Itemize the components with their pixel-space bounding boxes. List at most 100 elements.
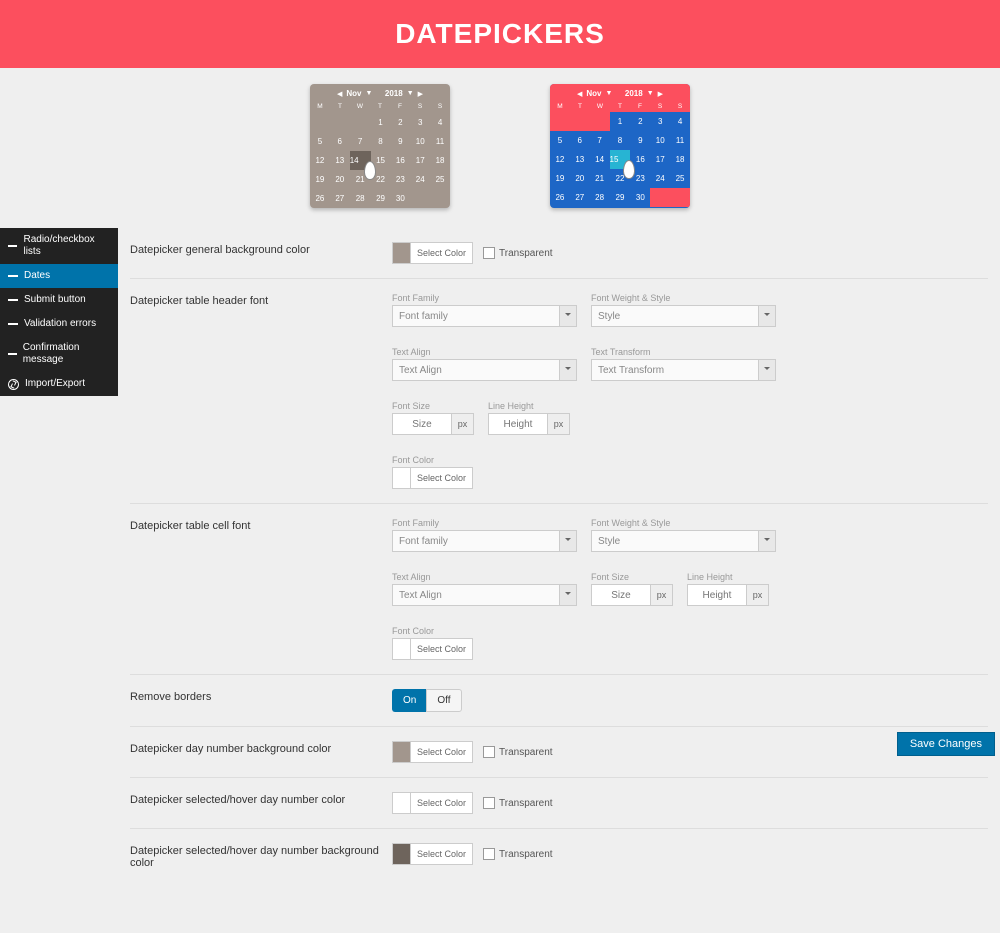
sidebar-item-label: Import/Export xyxy=(25,378,85,390)
color-swatch xyxy=(393,468,411,488)
line-height-input[interactable] xyxy=(687,584,747,606)
font-family-select[interactable]: Font family xyxy=(392,530,577,552)
toggle-icon xyxy=(8,245,17,247)
color-swatch xyxy=(393,639,411,659)
text-align-select[interactable]: Text Align xyxy=(392,359,577,381)
sidebar-item-label: Dates xyxy=(24,270,50,282)
sidebar-item-dates[interactable]: Dates xyxy=(0,264,118,288)
sidebar-item-validation-errors[interactable]: Validation errors xyxy=(0,312,118,336)
color-picker-button[interactable]: Select Color xyxy=(392,792,473,814)
transparent-label: Transparent xyxy=(499,747,553,758)
checkbox-icon xyxy=(483,797,495,809)
calendar-preview-row: ◀ Nov ▼ 2018 ▼ ▶MTWTFSS12345678910111213… xyxy=(0,68,1000,228)
select-color-label: Select Color xyxy=(411,844,472,864)
control-label: Font Size xyxy=(392,401,474,411)
select-color-label: Select Color xyxy=(411,243,472,263)
font-size-input[interactable] xyxy=(591,584,651,606)
select-color-label: Select Color xyxy=(411,742,472,762)
row-label: Datepicker table cell font xyxy=(130,518,380,532)
row-cell-font: Datepicker table cell font Font Family Fo… xyxy=(130,503,988,674)
checkbox-icon xyxy=(483,247,495,259)
control-label: Line Height xyxy=(488,401,570,411)
color-picker-button[interactable]: Select Color xyxy=(392,242,473,264)
checkbox-icon xyxy=(483,746,495,758)
sidebar-item-label: Validation errors xyxy=(24,318,96,330)
settings-content: Datepicker general background color Sele… xyxy=(118,228,1000,933)
toggle-icon xyxy=(8,299,18,301)
sidebar-item-import-export[interactable]: Import/Export xyxy=(0,372,118,396)
select-color-label: Select Color xyxy=(411,793,472,813)
transparent-checkbox-wrap[interactable]: Transparent xyxy=(483,247,553,259)
toggle-icon xyxy=(8,353,17,355)
sidebar-item-radio-checkbox[interactable]: Radio/checkbox lists xyxy=(0,228,118,264)
remove-borders-toggle[interactable]: On Off xyxy=(392,689,462,712)
page-title: DATEPICKERS xyxy=(0,18,1000,50)
row-label: Datepicker day number background color xyxy=(130,741,380,755)
font-size-input[interactable] xyxy=(392,413,452,435)
row-label: Datepicker selected/hover day number bac… xyxy=(130,843,380,869)
control-label: Font Color xyxy=(392,455,473,465)
row-general-bg: Datepicker general background color Sele… xyxy=(130,228,988,278)
control-label: Text Align xyxy=(392,347,577,357)
text-align-select[interactable]: Text Align xyxy=(392,584,577,606)
sidebar-item-label: Radio/checkbox lists xyxy=(23,234,110,258)
transparent-label: Transparent xyxy=(499,248,553,259)
transparent-label: Transparent xyxy=(499,798,553,809)
settings-sidebar: Radio/checkbox lists Dates Submit button… xyxy=(0,228,118,396)
row-selected-color: Datepicker selected/hover day number col… xyxy=(130,777,988,828)
toggle-off[interactable]: Off xyxy=(426,689,461,712)
transparent-checkbox-wrap[interactable]: Transparent xyxy=(483,797,553,809)
font-weight-select[interactable]: Style xyxy=(591,305,776,327)
control-label: Font Color xyxy=(392,626,473,636)
row-label: Remove borders xyxy=(130,689,380,703)
toggle-icon xyxy=(8,323,18,325)
text-transform-select[interactable]: Text Transform xyxy=(591,359,776,381)
line-height-input[interactable] xyxy=(488,413,548,435)
calendar-preview-right: ◀ Nov ▼ 2018 ▼ ▶MTWTFSS12345678910111213… xyxy=(550,84,690,208)
page-header: DATEPICKERS xyxy=(0,0,1000,68)
control-label: Font Family xyxy=(392,293,577,303)
row-header-font: Datepicker table header font Font Family… xyxy=(130,278,988,503)
sidebar-item-submit-button[interactable]: Submit button xyxy=(0,288,118,312)
refresh-icon xyxy=(8,379,19,390)
color-swatch xyxy=(393,844,411,864)
calendar-preview-left: ◀ Nov ▼ 2018 ▼ ▶MTWTFSS12345678910111213… xyxy=(310,84,450,208)
row-day-bg: Datepicker day number background color S… xyxy=(130,726,988,777)
transparent-label: Transparent xyxy=(499,849,553,860)
row-selected-bg: Datepicker selected/hover day number bac… xyxy=(130,828,988,883)
unit-label: px xyxy=(747,584,769,606)
control-label: Font Size xyxy=(591,572,673,582)
transparent-checkbox-wrap[interactable]: Transparent xyxy=(483,848,553,860)
font-family-select[interactable]: Font family xyxy=(392,305,577,327)
color-swatch xyxy=(393,742,411,762)
color-picker-button[interactable]: Select Color xyxy=(392,638,473,660)
sidebar-item-confirmation-message[interactable]: Confirmation message xyxy=(0,336,118,372)
font-weight-select[interactable]: Style xyxy=(591,530,776,552)
toggle-icon xyxy=(8,275,18,277)
color-picker-button[interactable]: Select Color xyxy=(392,467,473,489)
select-color-label: Select Color xyxy=(411,468,472,488)
color-swatch xyxy=(393,243,411,263)
control-label: Text Align xyxy=(392,572,577,582)
unit-label: px xyxy=(452,413,474,435)
toggle-on[interactable]: On xyxy=(392,689,426,712)
control-label: Text Transform xyxy=(591,347,776,357)
transparent-checkbox-wrap[interactable]: Transparent xyxy=(483,746,553,758)
unit-label: px xyxy=(651,584,673,606)
row-label: Datepicker general background color xyxy=(130,242,380,256)
control-label: Font Weight & Style xyxy=(591,293,776,303)
save-changes-button[interactable]: Save Changes xyxy=(897,732,995,756)
color-swatch xyxy=(393,793,411,813)
row-remove-borders: Remove borders On Off xyxy=(130,674,988,726)
select-color-label: Select Color xyxy=(411,639,472,659)
control-label: Font Family xyxy=(392,518,577,528)
unit-label: px xyxy=(548,413,570,435)
sidebar-item-label: Submit button xyxy=(24,294,86,306)
row-label: Datepicker table header font xyxy=(130,293,380,307)
color-picker-button[interactable]: Select Color xyxy=(392,843,473,865)
checkbox-icon xyxy=(483,848,495,860)
control-label: Line Height xyxy=(687,572,769,582)
control-label: Font Weight & Style xyxy=(591,518,776,528)
row-label: Datepicker selected/hover day number col… xyxy=(130,792,380,806)
sidebar-item-label: Confirmation message xyxy=(23,342,110,366)
